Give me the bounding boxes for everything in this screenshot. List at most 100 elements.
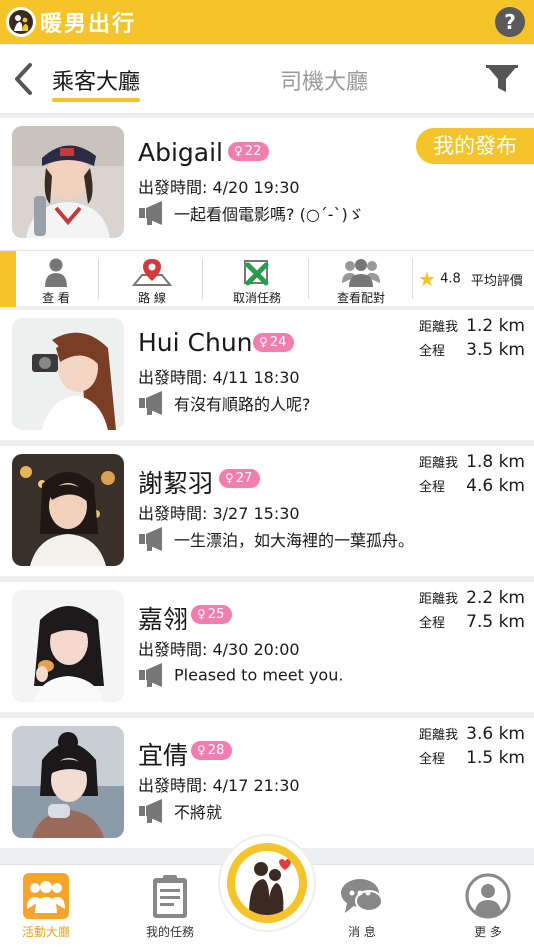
depart-time: 出發時間: 4/11 18:30 [138, 368, 300, 387]
my-post-badge: 我的發布 [416, 128, 534, 164]
age-value: 22 [244, 144, 262, 159]
help-button[interactable]: ? [495, 7, 525, 37]
poster-name: Abigail [138, 138, 223, 167]
divider [308, 259, 309, 299]
divider [412, 259, 413, 299]
profile-icon [465, 873, 511, 919]
megaphone-icon [139, 201, 162, 225]
nav-messages[interactable]: 消 息 [322, 873, 402, 940]
avatar[interactable] [12, 318, 124, 430]
distance-to-me-label: 距離我 [419, 456, 459, 471]
tab-driver-lobby[interactable]: 司機大廳 [280, 64, 368, 96]
app-header: 暖男出行 ? [0, 0, 534, 44]
nav-messages-label: 消 息 [348, 925, 376, 939]
megaphone-icon [139, 799, 162, 823]
chat-icon [341, 879, 383, 913]
cancel-task-button[interactable]: 取消任務 [208, 257, 306, 305]
active-tab-indicator [52, 98, 141, 102]
depart-time: 出發時間: 4/30 20:00 [138, 640, 300, 659]
depart-time: 出發時間: 4/17 21:30 [138, 776, 300, 795]
avatar[interactable] [12, 126, 124, 238]
post-card[interactable]: Hui Chun ♀ 24 出發時間: 4/11 18:30 有沒有順路的人呢? … [0, 310, 534, 440]
female-icon: ♀ [259, 335, 268, 349]
post-card[interactable]: 謝絜羽 ♀ 27 出發時間: 3/27 15:30 一生漂泊，如大海裡的一葉孤舟。… [0, 446, 534, 576]
lobby-tabs: 乘客大廳 司機大廳 [0, 44, 534, 114]
center-action-button[interactable] [220, 836, 314, 930]
distance-to-me-label: 距離我 [419, 320, 459, 335]
distance-to-me: 3.6 km [466, 724, 525, 744]
nav-my-tasks-label: 我的任務 [145, 925, 194, 939]
distance-to-me: 2.2 km [466, 588, 525, 608]
age-badge: ♀ 24 [253, 333, 295, 352]
view-match-label: 查看配對 [336, 291, 385, 305]
age-badge: ♀ 22 [228, 142, 270, 161]
avatar[interactable] [12, 454, 124, 566]
tab-passenger-lobby[interactable]: 乘客大廳 [52, 64, 141, 102]
tab-passenger-label: 乘客大廳 [52, 70, 141, 95]
age-value: 24 [269, 335, 287, 350]
total-distance: 7.5 km [466, 612, 525, 632]
nav-activity-lobby[interactable]: 活動大廳 [6, 873, 86, 940]
poster-name: Hui Chun [138, 328, 253, 357]
depart-time: 出發時間: 3/27 15:30 [138, 504, 300, 523]
view-match-button[interactable]: 查看配對 [314, 257, 408, 305]
post-card[interactable]: 嘉翎 ♀ 25 出發時間: 4/30 20:00 Pleased to meet … [0, 582, 534, 712]
route-button[interactable]: 路 線 [104, 257, 200, 305]
distance-to-me: 1.8 km [466, 452, 525, 472]
depart-time: 出發時間: 4/20 19:30 [138, 178, 300, 197]
total-distance-label: 全程 [419, 752, 446, 767]
person-icon [45, 258, 67, 287]
post-message: 一生漂泊，如大海裡的一葉孤舟。 [138, 526, 414, 556]
post-message-text: 有沒有順路的人呢? [174, 395, 311, 414]
distance-info: 距離我 1.8 km 全程 4.6 km [419, 452, 525, 500]
total-distance-label: 全程 [419, 344, 446, 359]
map-pin-icon [132, 259, 172, 286]
view-button[interactable]: 查 看 [18, 257, 94, 305]
megaphone-icon [139, 391, 162, 415]
post-message-text: 一生漂泊，如大海裡的一葉孤舟。 [174, 531, 415, 550]
view-label: 查 看 [42, 291, 70, 305]
average-rating: ★ 4.8 平均評價 [418, 267, 523, 291]
group-icon [342, 259, 380, 287]
cancel-check-icon [244, 260, 269, 286]
age-badge: ♀ 25 [191, 605, 233, 624]
divider [98, 259, 99, 299]
female-icon: ♀ [197, 607, 206, 621]
avatar[interactable] [12, 590, 124, 702]
distance-to-me-label: 距離我 [419, 728, 459, 743]
age-badge: ♀ 27 [219, 469, 261, 488]
filter-icon[interactable] [484, 62, 520, 96]
cancel-task-label: 取消任務 [232, 291, 281, 305]
female-icon: ♀ [197, 743, 206, 757]
post-message: 一起看個電影嗎? (○´-`)ゞ [138, 200, 364, 230]
couple-logo-icon [235, 851, 299, 915]
age-value: 27 [235, 471, 253, 486]
divider [202, 259, 203, 299]
nav-my-tasks[interactable]: 我的任務 [130, 873, 210, 940]
avatar[interactable] [12, 726, 124, 838]
total-distance: 1.5 km [466, 748, 525, 768]
female-icon: ♀ [234, 144, 243, 158]
nav-activity-lobby-label: 活動大廳 [21, 925, 70, 939]
app-logo-icon [6, 7, 36, 37]
distance-info: 距離我 2.2 km 全程 7.5 km [419, 588, 525, 636]
back-arrow-icon[interactable] [10, 62, 38, 96]
nav-more[interactable]: 更 多 [448, 873, 528, 940]
my-post-actions: 查 看 路 線 取消任務 查看配對 ★ 4.8 平均評價 [0, 250, 534, 307]
distance-to-me: 1.2 km [466, 316, 525, 336]
poster-name: 宜倩 [138, 741, 189, 770]
post-message: 不將就 [138, 798, 222, 828]
star-icon: ★ [418, 267, 436, 291]
poster-name: 嘉翎 [138, 605, 189, 634]
app-title: 暖男出行 [40, 12, 137, 37]
age-value: 28 [207, 743, 225, 758]
megaphone-icon [139, 527, 162, 551]
post-message-text: 一起看個電影嗎? (○´-`)ゞ [174, 205, 364, 224]
age-value: 25 [207, 607, 225, 622]
nav-more-label: 更 多 [474, 925, 502, 939]
rating-value: 4.8 [440, 271, 461, 287]
post-card[interactable]: 宜倩 ♀ 28 出發時間: 4/17 21:30 不將就 距離我 3.6 km 全… [0, 718, 534, 848]
distance-to-me-label: 距離我 [419, 592, 459, 607]
female-icon: ♀ [225, 471, 234, 485]
poster-name: 謝絜羽 [138, 469, 214, 498]
